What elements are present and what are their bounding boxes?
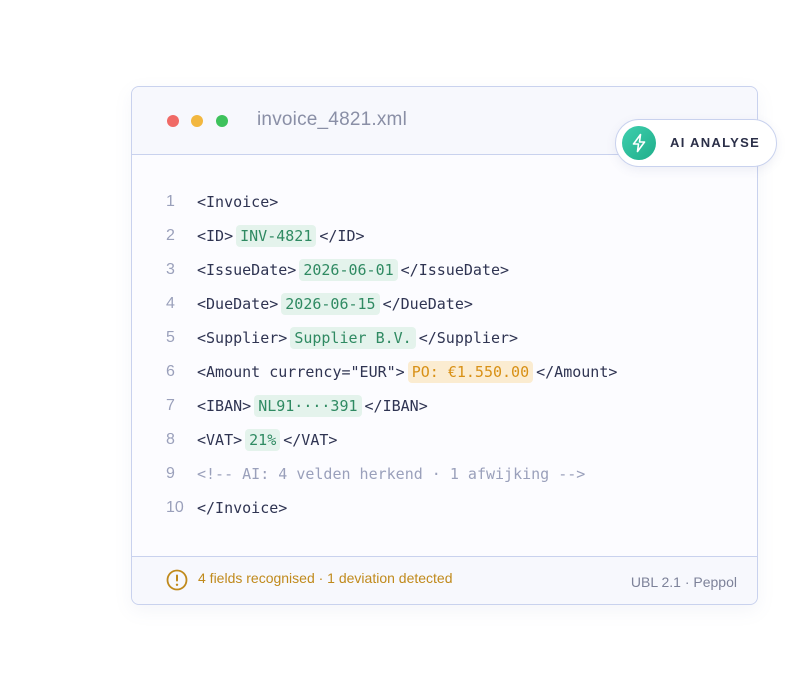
- line-number: 8: [166, 431, 175, 448]
- xml-tag: </DueDate>: [382, 295, 473, 313]
- line-number: 1: [166, 193, 175, 210]
- warning-circle-icon: [166, 569, 188, 595]
- line-number: 5: [166, 329, 175, 346]
- recognised-value: NL91····391: [254, 395, 362, 417]
- xml-tag: <Invoice>: [197, 193, 279, 211]
- xml-tag: <IBAN>: [197, 397, 252, 415]
- recognised-value: 2026-06-01: [299, 259, 398, 281]
- lightning-icon: [632, 133, 646, 153]
- close-dot-icon[interactable]: [167, 115, 179, 127]
- code-content: <ID> INV-4821 </ID>: [197, 225, 365, 247]
- code-content: <Invoice>: [197, 193, 278, 211]
- recognised-value: INV-4821: [236, 225, 317, 247]
- line-number: 4: [166, 295, 175, 312]
- code-content: <!-- AI: 4 velden herkend · 1 afwijking …: [197, 465, 585, 483]
- code-content: <DueDate> 2026-06-15 </DueDate>: [197, 293, 473, 315]
- xml-tag: </Amount>: [536, 363, 618, 381]
- editor-window: invoice_4821.xml 1 <Invoice> 2 <ID> INV-4821…: [131, 86, 777, 605]
- minimize-dot-icon[interactable]: [191, 115, 203, 127]
- xml-tag: <IssueDate>: [197, 261, 297, 279]
- xml-tag: </Invoice>: [197, 499, 288, 517]
- code-content: <Amount currency="EUR"> PO: €1.550.00 </Am…: [197, 361, 617, 383]
- line-number: 7: [166, 397, 175, 414]
- line-number: 10: [166, 499, 184, 516]
- xml-tag: <ID>: [197, 227, 234, 245]
- line-number: 9: [166, 465, 175, 482]
- xml-tag: </VAT>: [283, 431, 338, 449]
- code-content: </Invoice>: [197, 499, 287, 517]
- code-content: <IBAN> NL91····391 </IBAN>: [197, 395, 428, 417]
- ai-analyse-button[interactable]: AI ANALYSE: [615, 119, 777, 167]
- ai-analyse-label: AI ANALYSE: [670, 135, 761, 150]
- maximize-dot-icon[interactable]: [216, 115, 228, 127]
- status-footer: 4 fields recognised · 1 deviation detect…: [132, 556, 757, 604]
- recognised-value: Supplier B.V.: [290, 327, 416, 349]
- xml-tag: <VAT>: [197, 431, 243, 449]
- line-number: 3: [166, 261, 175, 278]
- xml-tag: </IBAN>: [364, 397, 428, 415]
- code-content: <VAT> 21% </VAT>: [197, 429, 337, 451]
- code-content: <IssueDate> 2026-06-01 </IssueDate>: [197, 259, 509, 281]
- ai-comment: <!-- AI: 4 velden herkend · 1 afwijking …: [197, 465, 586, 483]
- deviation-value: PO: €1.550.00: [407, 361, 534, 383]
- recognised-value: 21%: [245, 429, 281, 451]
- xml-tag: </Supplier>: [418, 329, 519, 347]
- line-number: 2: [166, 227, 175, 244]
- format-label: UBL 2.1 · Peppol: [630, 574, 737, 590]
- recognised-value: 2026-06-15: [281, 293, 380, 315]
- status-text: 4 fields recognised · 1 deviation detect…: [198, 570, 453, 586]
- file-name: invoice_4821.xml: [257, 109, 408, 130]
- xml-tag: <Supplier>: [197, 329, 288, 347]
- xml-tag: </ID>: [319, 227, 365, 245]
- xml-tag: </IssueDate>: [400, 261, 510, 279]
- line-number: 6: [166, 363, 175, 380]
- xml-tag: <DueDate>: [197, 295, 279, 313]
- xml-tag: <Amount currency="EUR">: [197, 363, 405, 381]
- ai-badge: [622, 126, 656, 160]
- code-content: <Supplier> Supplier B.V. </Supplier>: [197, 327, 518, 349]
